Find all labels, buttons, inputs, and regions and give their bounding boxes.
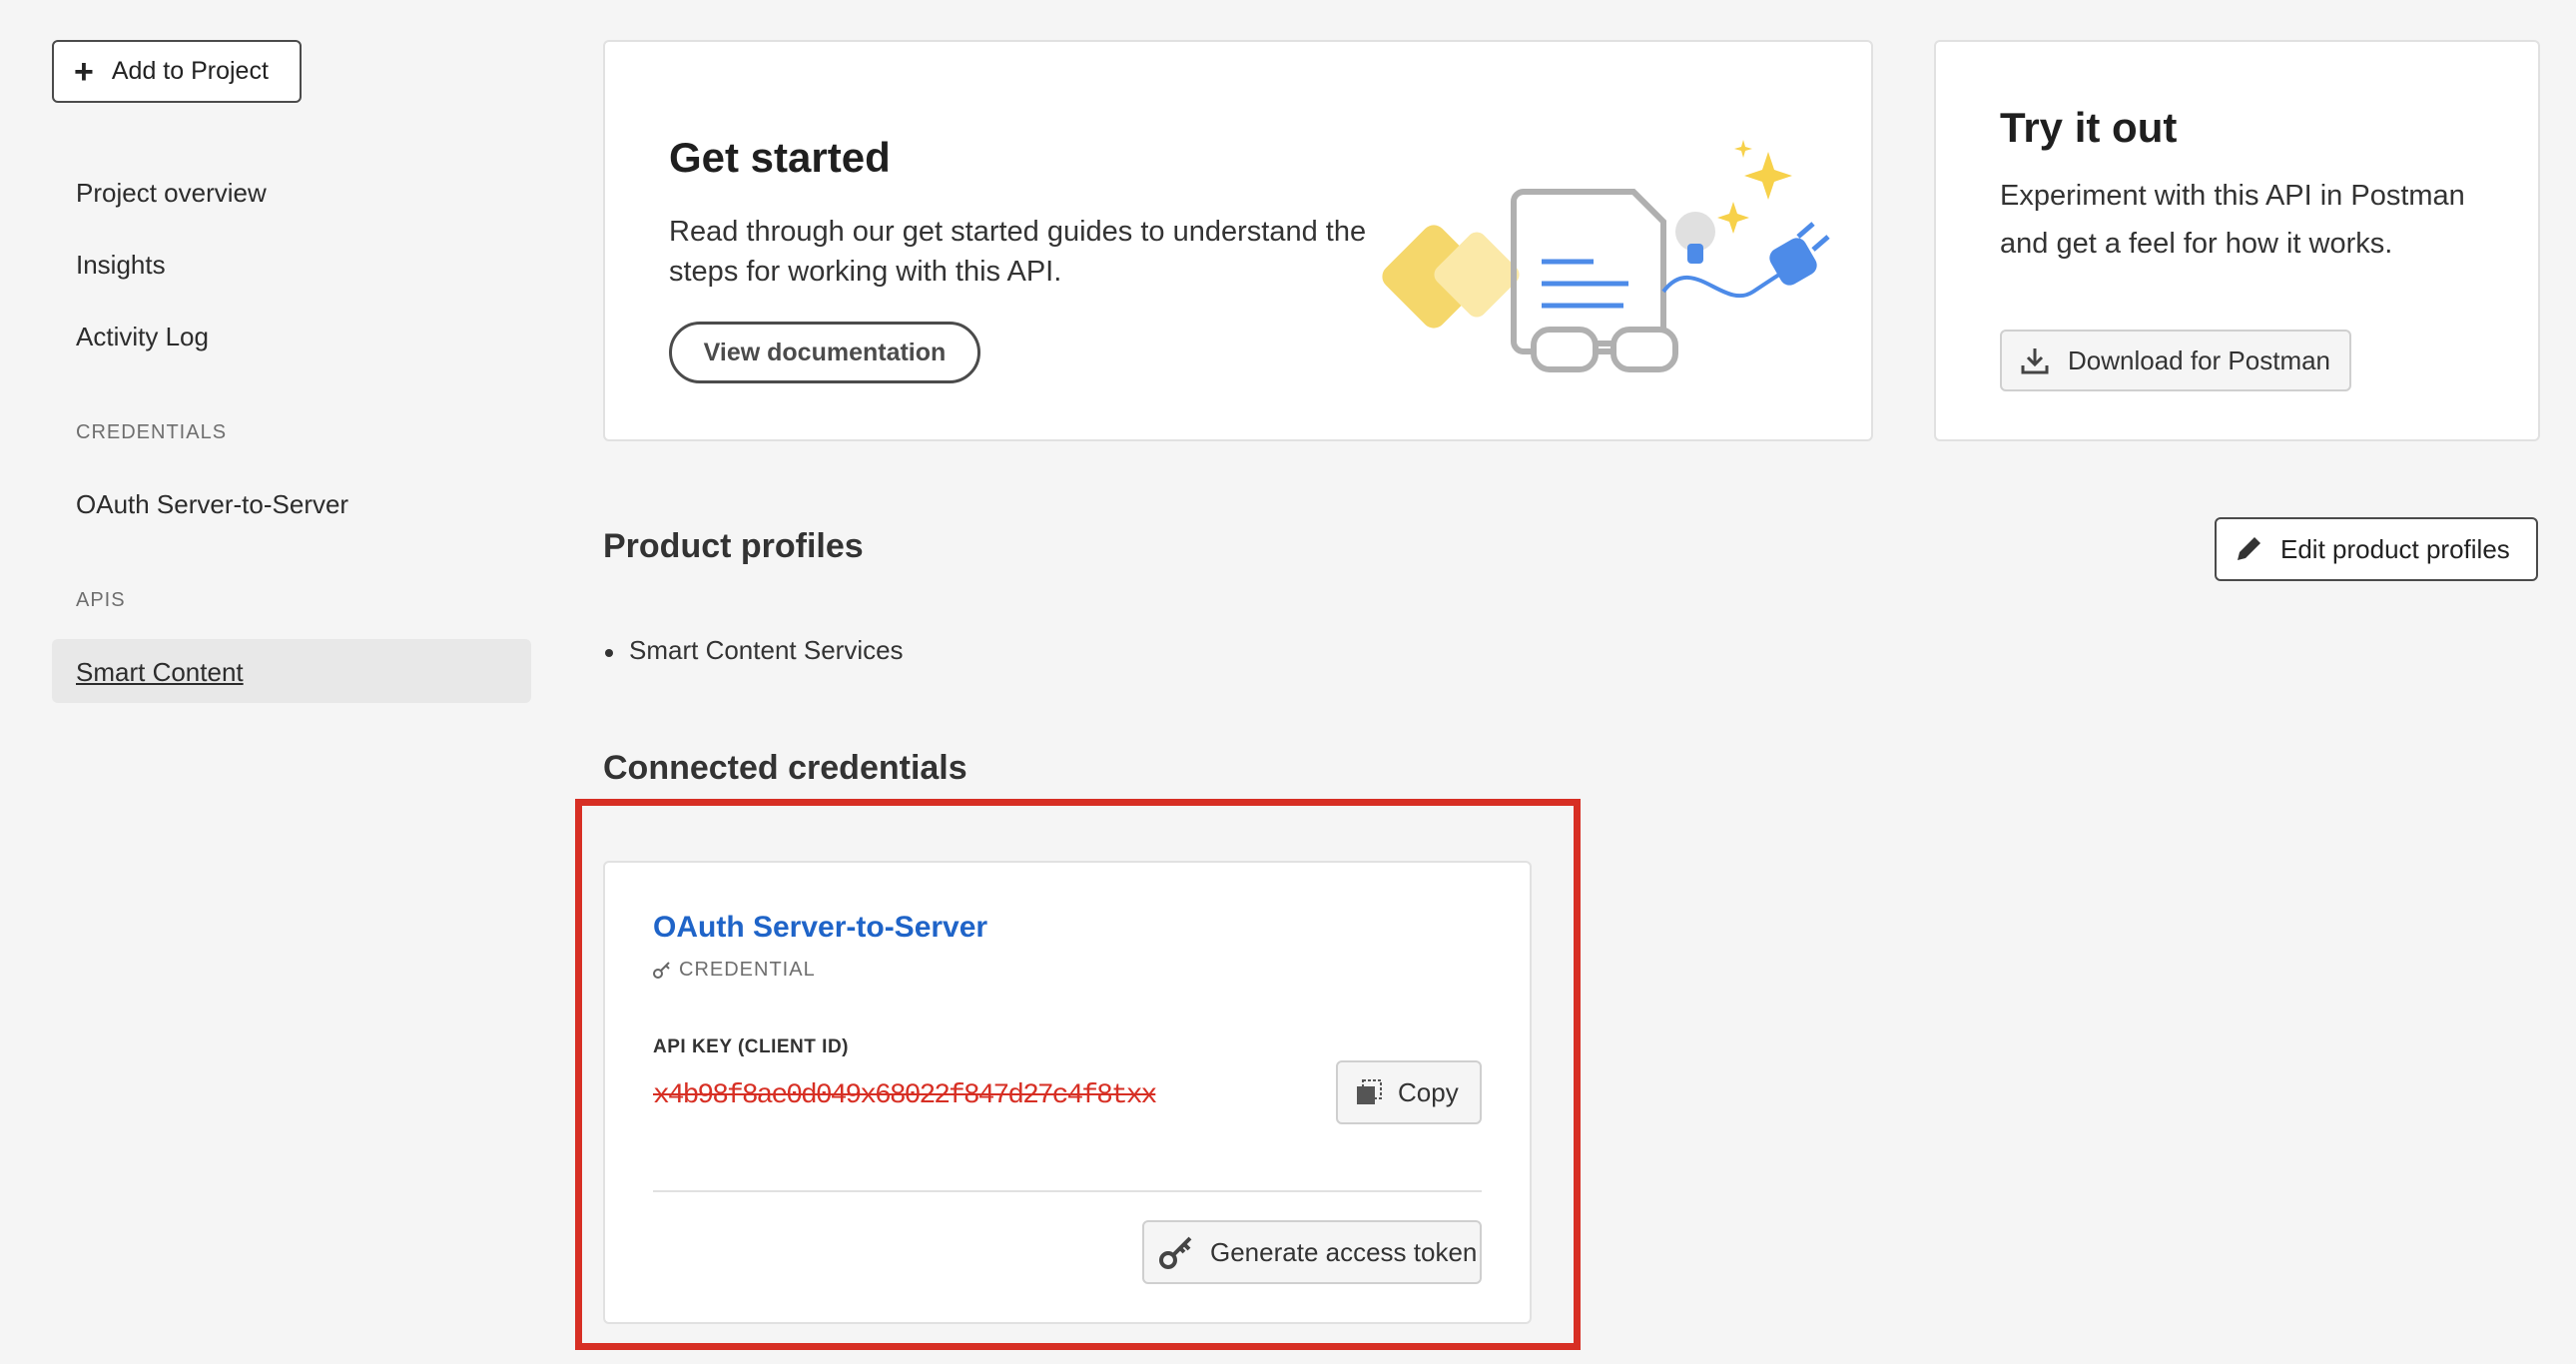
add-to-project-label: Add to Project <box>111 57 269 85</box>
key-icon <box>653 961 670 979</box>
credential-type-label: CREDENTIAL <box>679 959 816 981</box>
documentation-illustration <box>1382 140 1830 372</box>
sidebar-item-project-overview[interactable]: Project overview <box>76 178 267 209</box>
credentials-section-heading: CREDENTIALS <box>76 421 228 443</box>
view-documentation-button[interactable]: View documentation <box>669 322 980 383</box>
copy-button[interactable]: Copy <box>1336 1060 1482 1124</box>
get-started-card: Get started Read through our get started… <box>603 40 1873 441</box>
divider <box>653 1190 1482 1192</box>
sidebar-item-activity-log[interactable]: Activity Log <box>76 322 209 352</box>
product-profiles-title: Product profiles <box>603 527 864 565</box>
try-it-out-title: Try it out <box>2000 104 2178 151</box>
api-key-label: API KEY (CLIENT ID) <box>653 1036 849 1057</box>
try-it-out-card: Try it out Experiment with this API in P… <box>1934 40 2540 441</box>
key-icon <box>1159 1236 1192 1269</box>
connected-credentials-title: Connected credentials <box>603 749 967 787</box>
edit-product-profiles-button[interactable]: Edit product profiles <box>2215 517 2538 581</box>
copy-label: Copy <box>1398 1076 1459 1107</box>
pencil-icon <box>2238 537 2260 560</box>
product-profile-item: Smart Content Services <box>605 635 904 665</box>
add-to-project-button[interactable]: + Add to Project <box>52 40 302 103</box>
credential-type: CREDENTIAL <box>653 959 816 982</box>
sidebar-item-smart-content-label[interactable]: Smart Content <box>76 657 244 688</box>
download-for-postman-button[interactable]: Download for Postman <box>2000 330 2351 391</box>
sidebar: + Add to Project Project overview Insigh… <box>0 0 559 1364</box>
plus-icon: + <box>74 52 94 91</box>
generate-access-token-button[interactable]: Generate access token <box>1142 1220 1482 1284</box>
get-started-description: Read through our get started guides to u… <box>669 216 1367 288</box>
generate-access-token-label: Generate access token <box>1210 1236 1478 1267</box>
download-icon <box>2021 348 2049 374</box>
download-for-postman-label: Download for Postman <box>2068 344 2331 375</box>
copy-icon <box>1357 1079 1382 1104</box>
sidebar-item-insights[interactable]: Insights <box>76 250 166 281</box>
edit-product-profiles-label: Edit product profiles <box>2280 533 2510 564</box>
get-started-title: Get started <box>669 134 891 181</box>
sidebar-item-oauth-server-to-server[interactable]: OAuth Server-to-Server <box>76 489 348 520</box>
api-key-value: x4b98f8ae0d049x68022f847d27c4f8txx <box>653 1080 1157 1111</box>
credential-name-link[interactable]: OAuth Server-to-Server <box>653 911 987 945</box>
try-it-out-description: Experiment with this API in Postman and … <box>2000 180 2465 260</box>
apis-section-heading: APIS <box>76 589 126 611</box>
credential-card: OAuth Server-to-Server CREDENTIAL API KE… <box>603 861 1532 1324</box>
